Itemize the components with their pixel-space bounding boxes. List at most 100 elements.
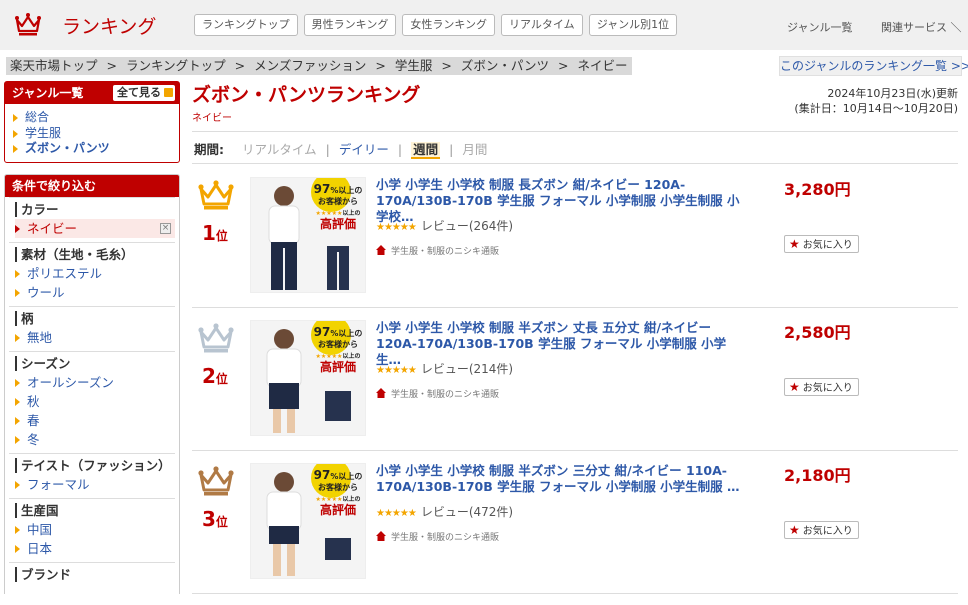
ranking-title[interactable]: ランキング [62, 12, 156, 39]
genre-list: 総合 学生服 ズボン・パンツ [5, 104, 179, 157]
favorite-button[interactable]: ★ お気に入り [784, 235, 859, 253]
badge-text: お客様から [318, 483, 358, 492]
filter-item[interactable]: 中国 [15, 520, 175, 539]
star-icon: ★ [789, 380, 800, 394]
update-date: 2024年10月23日(水)更新 (集計日：10月14日～10月20日) [794, 86, 958, 116]
filter-group-season: シーズン オールシーズン 秋 春 冬 [9, 351, 175, 453]
product-badge: 97%以上の お客様から ★★★★★以上の 高評価 [309, 469, 365, 516]
filter-header: 条件で絞り込む [5, 175, 179, 197]
favorite-label: お気に入り [802, 383, 853, 394]
filter-item[interactable]: ポリエステル [15, 264, 175, 283]
badge-text: 以上の [342, 353, 361, 360]
expand-icon [164, 88, 173, 97]
rank-suffix: 位 [215, 229, 228, 243]
page-subtitle: ネイビー [192, 113, 232, 124]
filter-item[interactable]: ウール [15, 283, 175, 302]
arrow-right-icon [15, 334, 20, 342]
breadcrumb-item[interactable]: メンズファッション [254, 58, 366, 73]
filter-item-selected[interactable]: ネイビー × [15, 219, 175, 238]
shop-icon [376, 388, 386, 398]
period-weekly[interactable]: 週間 [411, 142, 441, 159]
divider [192, 163, 958, 164]
filter-group-title: ブランド [15, 567, 175, 582]
remove-filter-icon[interactable]: × [160, 223, 171, 234]
crown-logo-icon[interactable] [14, 11, 42, 37]
breadcrumb-current: ネイビー [577, 58, 628, 73]
gold-crown-icon [198, 180, 234, 210]
badge-text: お客様から [318, 340, 358, 349]
badge-text: 高評価 [319, 360, 356, 374]
breadcrumb-item[interactable]: ランキングトップ [126, 58, 226, 73]
genre-item-current[interactable]: ズボン・パンツ [13, 141, 179, 157]
show-all-label: 全て見る [117, 86, 161, 99]
shop-link[interactable]: 学生服・制服のニシキ通販 [376, 387, 499, 400]
shop-link[interactable]: 学生服・制服のニシキ通販 [376, 530, 499, 543]
favorite-label: お気に入り [802, 240, 853, 251]
tab-male-ranking[interactable]: 男性ランキング [303, 14, 397, 36]
related-services-menu[interactable]: 関連サービス ＼ [881, 19, 962, 35]
star-icon: ★ [789, 523, 800, 537]
ranking-item: 1位 97%以上の お客様から ★★★★★以上の 高評価 小学 小学生 小学校 … [192, 177, 958, 319]
period-daily[interactable]: デイリー [339, 142, 389, 157]
review-link[interactable]: ★★★★★ レビュー(472件) [376, 503, 513, 520]
shop-link[interactable]: 学生服・制服のニシキ通販 [376, 244, 499, 257]
breadcrumb-item[interactable]: 学生服 [395, 58, 433, 73]
rank-value: 2 [202, 364, 216, 388]
filter-item[interactable]: 春 [15, 411, 175, 430]
genre-item[interactable]: 学生服 [13, 126, 179, 142]
breadcrumb-item[interactable]: 楽天市場トップ [10, 58, 98, 73]
filter-item-label: フォーマル [27, 477, 90, 492]
filter-item-label: ネイビー [27, 221, 78, 236]
filter-item[interactable]: オールシーズン [15, 373, 175, 392]
genre-ranking-list-link[interactable]: このジャンルのランキング一覧 >> [779, 56, 968, 76]
divider [192, 307, 958, 308]
filter-group-pattern: 柄 無地 [9, 306, 175, 351]
genre-item[interactable]: 総合 [13, 110, 179, 126]
rating-stars: ★★★★★ [376, 365, 417, 376]
arrow-right-icon [15, 270, 20, 278]
filter-item[interactable]: 日本 [15, 539, 175, 558]
product-image[interactable]: 97%以上の お客様から ★★★★★以上の 高評価 [250, 320, 366, 436]
arrow-right-icon [15, 436, 20, 444]
review-link[interactable]: ★★★★★ レビュー(214件) [376, 360, 513, 377]
top-tabs: ランキングトップ 男性ランキング 女性ランキング リアルタイム ジャンル別1位 [194, 14, 678, 36]
filter-item-label: 秋 [27, 394, 40, 409]
breadcrumb-separator: > [558, 58, 569, 73]
ranking-item: 2位 97%以上の お客様から ★★★★★以上の 高評価 小学 小学生 小学校 … [192, 320, 958, 462]
filter-item-label: 無地 [27, 330, 53, 345]
filter-item[interactable]: 無地 [15, 328, 175, 347]
product-name-link[interactable]: 小学 小学生 小学校 制服 半ズボン 三分丈 紺/ネイビー 110A-170A/… [376, 463, 748, 495]
rank-value: 1 [202, 221, 216, 245]
show-all-button[interactable]: 全て見る [113, 85, 175, 101]
product-image[interactable]: 97%以上の お客様から ★★★★★以上の 高評価 [250, 177, 366, 293]
tab-female-ranking[interactable]: 女性ランキング [402, 14, 496, 36]
filter-item-label: ウール [27, 285, 65, 300]
rank-suffix: 位 [215, 372, 228, 386]
filter-group-title: 柄 [15, 311, 175, 326]
tab-genre-first[interactable]: ジャンル別1位 [588, 14, 678, 36]
breadcrumb-separator: > [234, 58, 246, 73]
filter-item-label: オールシーズン [27, 375, 114, 390]
shop-name: 学生服・制服のニシキ通販 [391, 390, 500, 400]
tab-ranking-top[interactable]: ランキングトップ [194, 14, 298, 36]
genre-list-header-link[interactable]: ジャンル一覧 [787, 19, 852, 35]
filter-group-brand: ブランド [9, 562, 175, 588]
review-count: レビュー(264件) [420, 219, 514, 233]
shop-icon [376, 531, 386, 541]
tab-realtime[interactable]: リアルタイム [501, 14, 583, 36]
filter-item[interactable]: フォーマル [15, 475, 175, 494]
filter-item-label: 中国 [27, 522, 53, 537]
filter-group-material: 素材（生地・毛糸） ポリエステル ウール [9, 242, 175, 306]
product-image[interactable]: 97%以上の お客様から ★★★★★以上の 高評価 [250, 463, 366, 579]
bronze-crown-icon [198, 466, 234, 496]
rank-number: 2位 [202, 364, 228, 388]
breadcrumb-separator: > [441, 58, 452, 73]
review-link[interactable]: ★★★★★ レビュー(264件) [376, 217, 513, 234]
favorite-button[interactable]: ★ お気に入り [784, 378, 859, 396]
favorite-button[interactable]: ★ お気に入り [784, 521, 859, 539]
filter-item[interactable]: 冬 [15, 430, 175, 449]
filter-item-label: ポリエステル [27, 266, 103, 281]
breadcrumb-item[interactable]: ズボン・パンツ [461, 58, 549, 73]
breadcrumb-separator: > [375, 58, 386, 73]
filter-item[interactable]: 秋 [15, 392, 175, 411]
